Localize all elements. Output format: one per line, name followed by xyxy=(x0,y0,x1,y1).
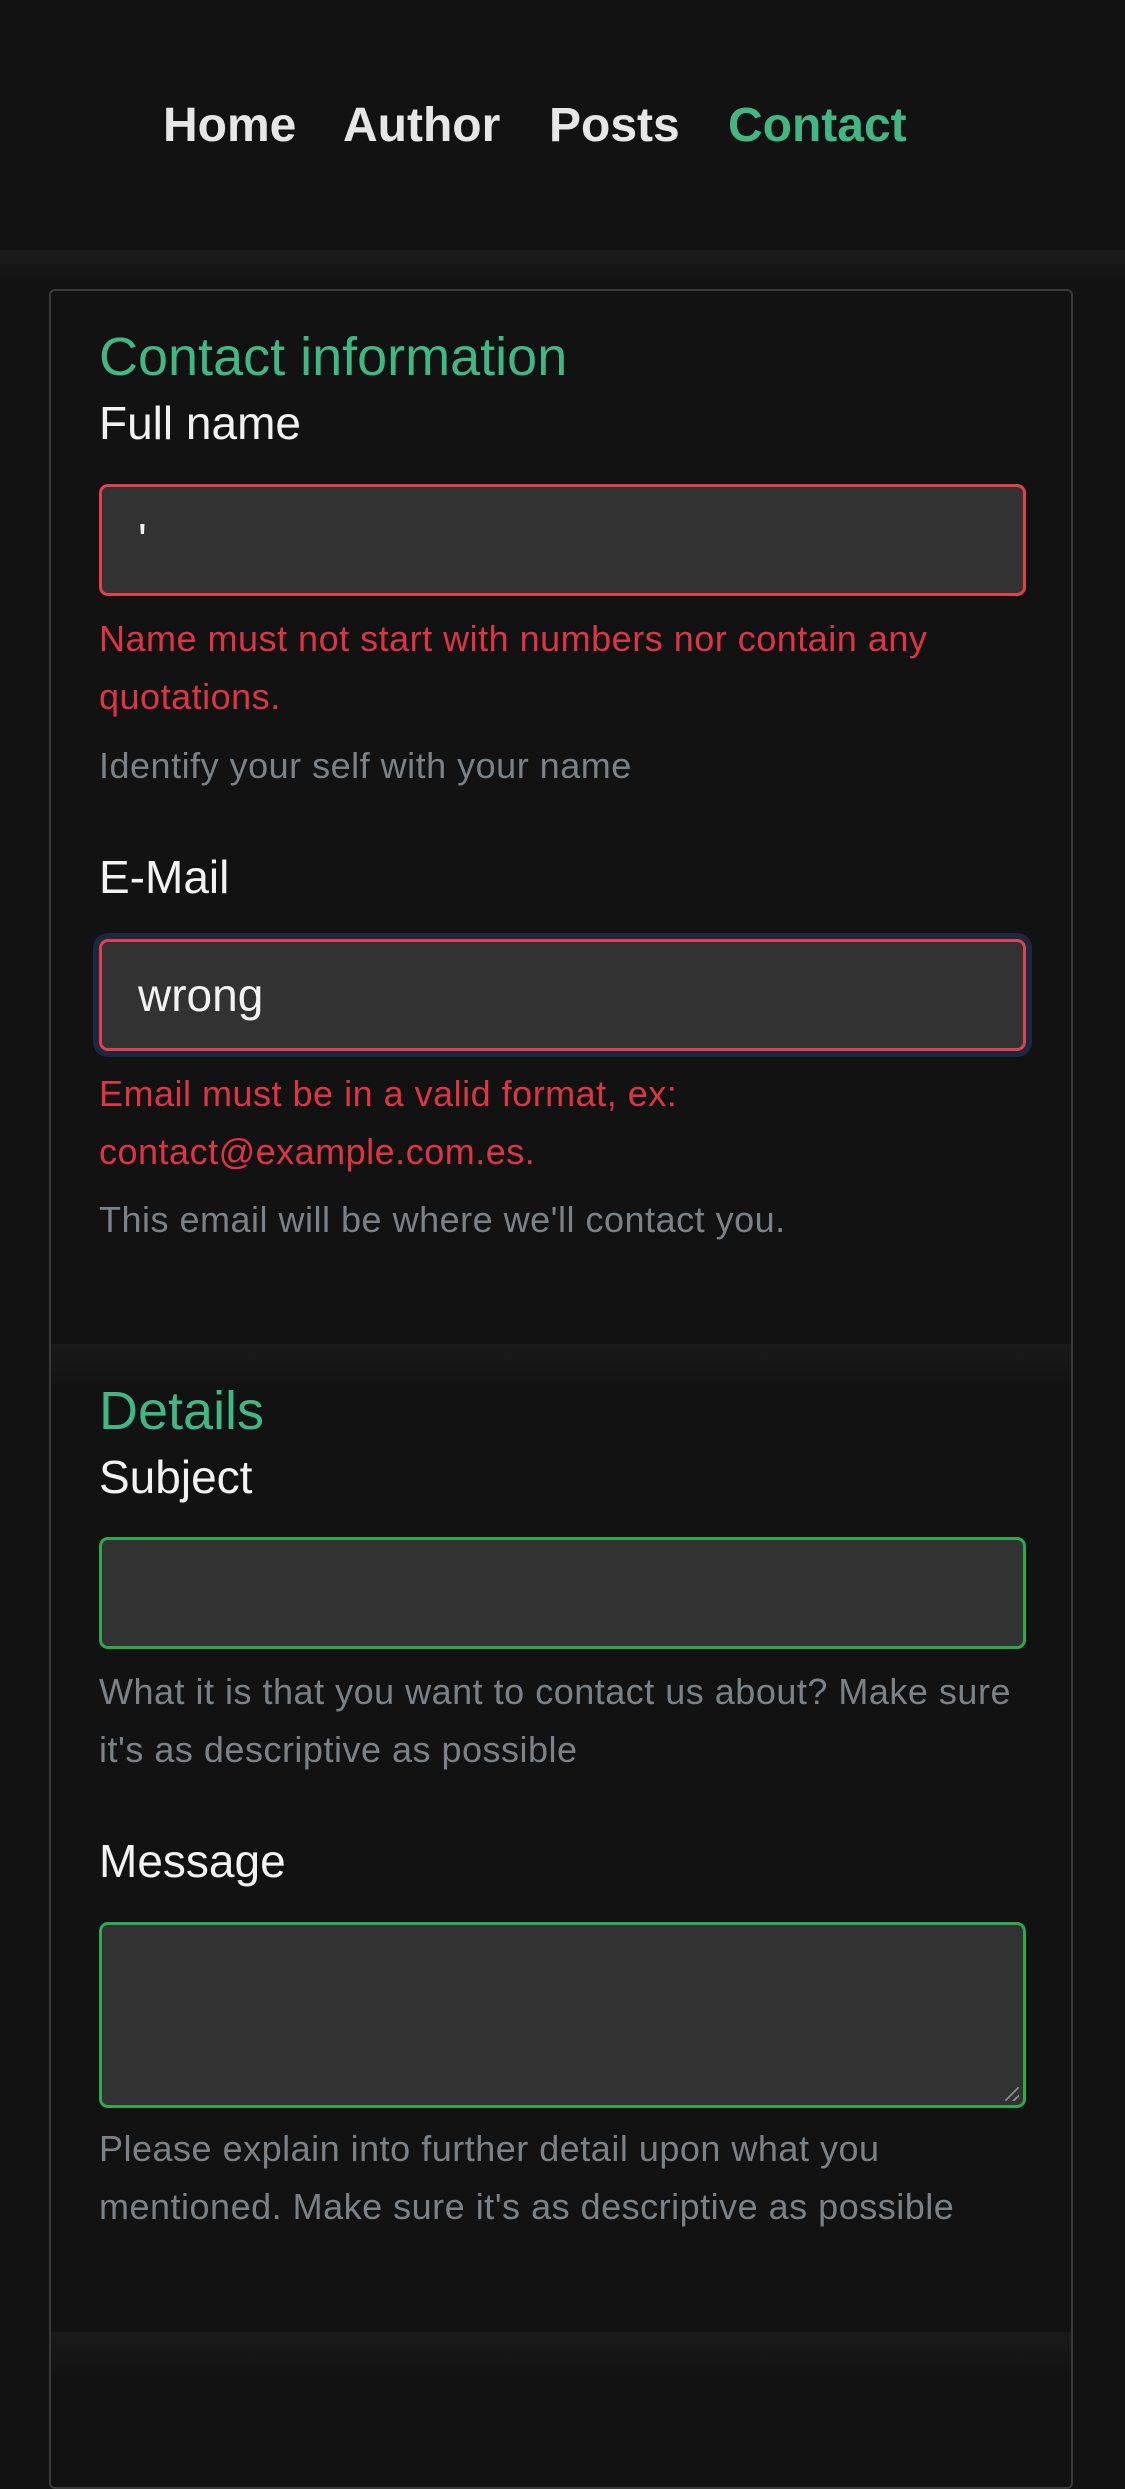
email-help: This email will be where we'll contact y… xyxy=(99,1199,786,1240)
message-textarea[interactable] xyxy=(99,1922,1026,2108)
details-section-title: Details xyxy=(99,1381,265,1441)
email-label: E-Mail xyxy=(99,851,230,903)
nav-link-contact[interactable]: Contact xyxy=(728,98,907,154)
full-name-input[interactable]: ' xyxy=(99,484,1026,596)
nav-link-posts[interactable]: Posts xyxy=(549,98,680,154)
contact-section-title: Contact information xyxy=(99,327,568,387)
resize-handle-icon[interactable] xyxy=(1005,2087,1019,2101)
full-name-label: Full name xyxy=(99,397,301,449)
nav-link-home[interactable]: Home xyxy=(163,98,296,154)
subject-help: What it is that you want to contact us a… xyxy=(99,1671,1011,1770)
full-name-help: Identify your self with your name xyxy=(99,745,632,786)
nav-divider xyxy=(0,250,1125,280)
email-error: Email must be in a valid format, ex: con… xyxy=(99,1073,678,1172)
message-help: Please explain into further detail upon … xyxy=(99,2128,955,2227)
subject-label: Subject xyxy=(99,1451,253,1503)
message-label: Message xyxy=(99,1835,286,1887)
section-divider-bottom xyxy=(51,2332,1071,2372)
top-nav: Home Author Posts Contact xyxy=(0,0,1125,250)
subject-input[interactable] xyxy=(99,1537,1026,1649)
email-input[interactable]: wrong xyxy=(99,939,1026,1051)
nav-link-author[interactable]: Author xyxy=(343,98,500,154)
full-name-error: Name must not start with numbers nor con… xyxy=(99,618,928,717)
section-divider xyxy=(51,1344,1071,1384)
